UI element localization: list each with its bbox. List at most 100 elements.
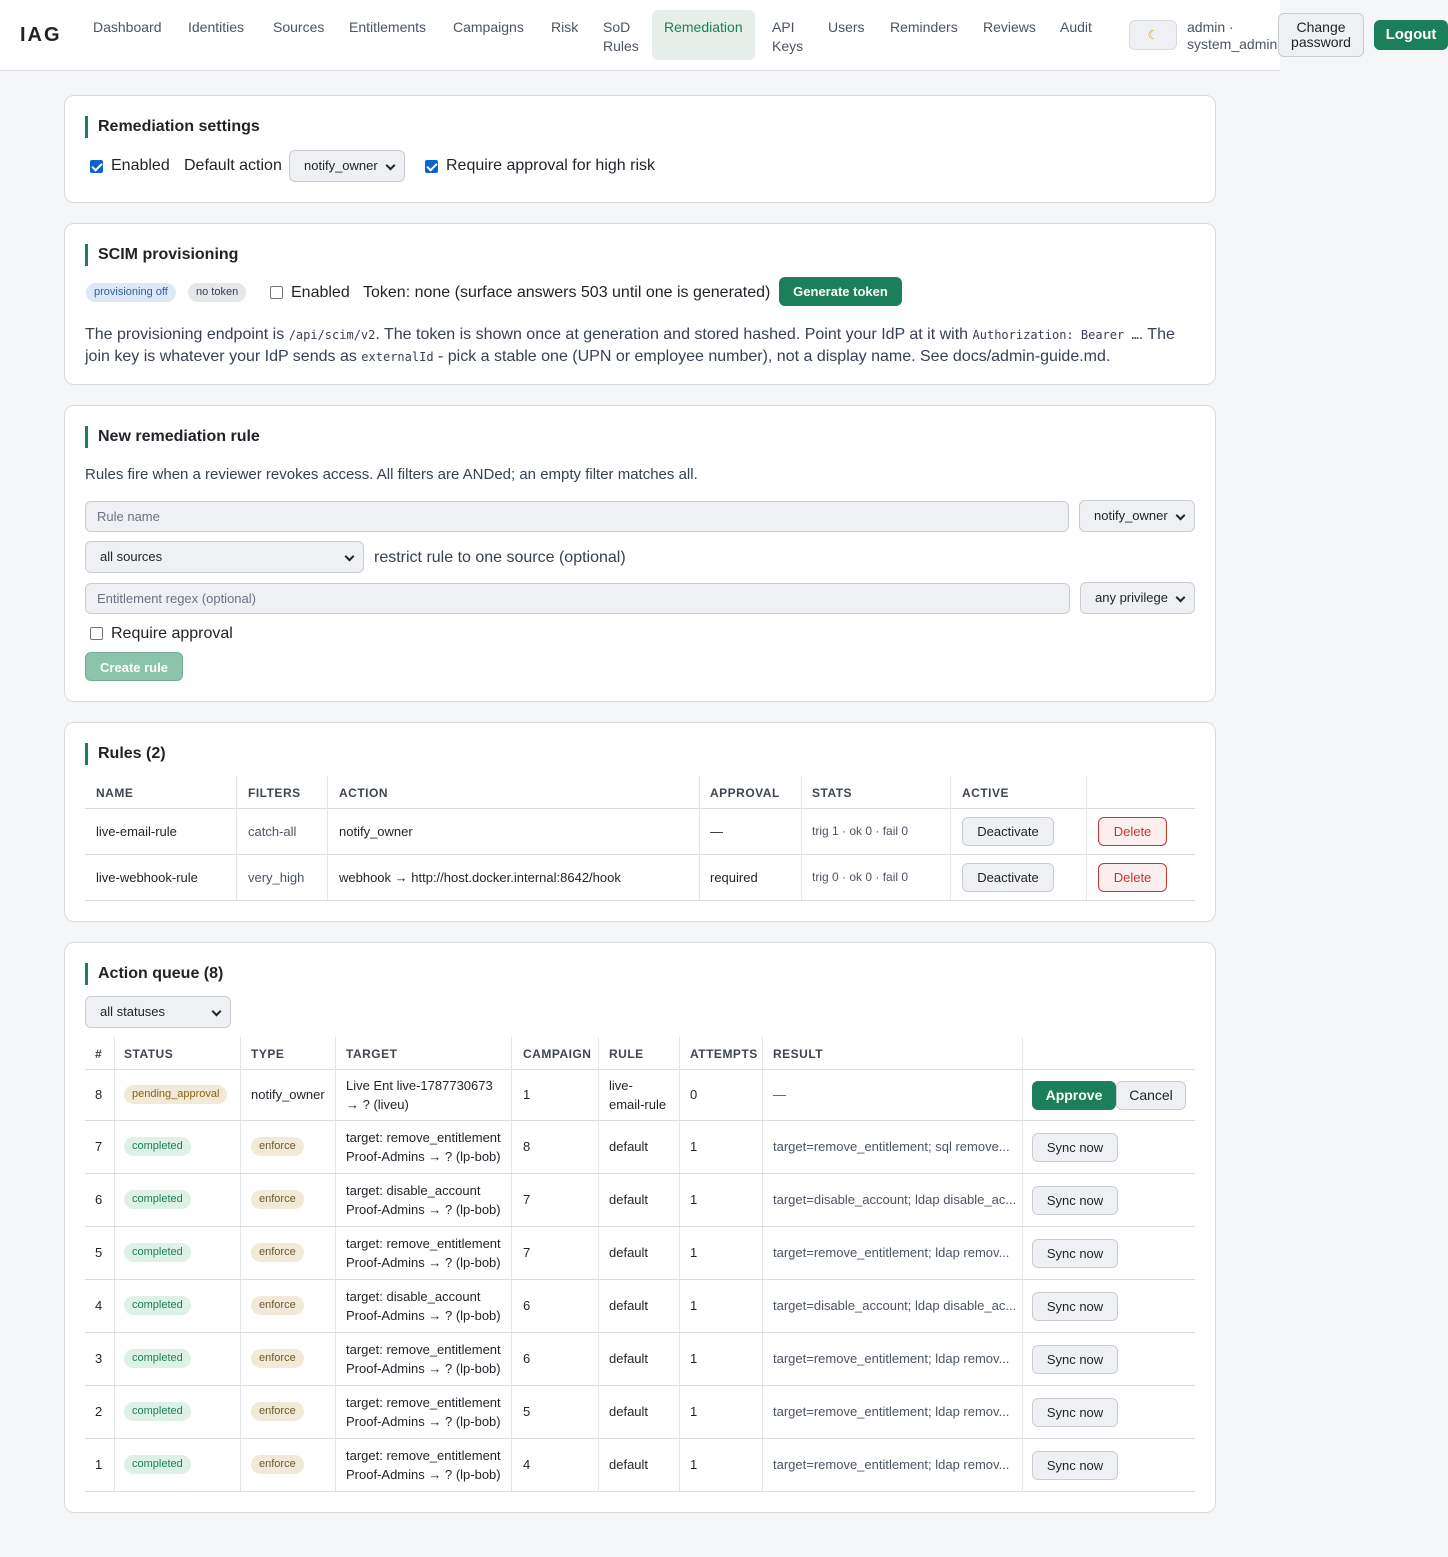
top-navbar: IAG Dashboard Identities Sources Entitle… [0,0,1280,71]
new-remediation-rule-card: New remediation rule Rules fire when a r… [64,405,1216,702]
sync-now-button[interactable]: Sync now [1032,1132,1118,1162]
nav-sources[interactable]: Sources [261,10,336,45]
nav-identities[interactable]: Identities [176,10,256,45]
status-badge: completed [124,1242,191,1262]
status-filter-select[interactable]: all statuses [85,996,231,1028]
result-text: target=disable_account; ldap disable_ac.… [773,1191,1017,1207]
campaign-id: 4 [523,1456,531,1472]
column-divider [236,776,237,900]
endpoint-code: /api/scim/v2 [288,328,376,342]
create-rule-button[interactable]: Create rule [85,652,183,681]
logout-button[interactable]: Logout [1374,20,1448,50]
rule-name-input[interactable]: Rule name [85,501,1069,532]
column-divider [679,1037,680,1491]
theme-toggle-button[interactable]: ☾ [1129,20,1177,50]
privilege-select[interactable]: any privilege [1080,582,1195,614]
rule-name: default [609,1191,649,1207]
rule-approval: — [710,824,723,839]
desc-text: . The token is shown once at generation … [375,326,973,343]
target-line-2: Proof-Admins → ? (lp-bob) [346,1148,501,1164]
sync-now-button[interactable]: Sync now [1032,1291,1118,1321]
campaign-id: 6 [523,1297,531,1313]
nav-users[interactable]: Users [816,10,877,45]
card-title: New remediation rule [85,426,260,448]
target-line-1: target: remove_entitlement [346,1447,501,1463]
result-text: target=remove_entitlement; ldap remov... [773,1403,1010,1419]
column-divider [511,1037,512,1491]
column-divider [335,1037,336,1491]
rule-name: live-webhook-rule [96,870,198,885]
nav-api-keys[interactable]: API Keys [760,10,816,64]
privilege-value: any privilege [1095,590,1168,605]
generate-token-button[interactable]: Generate token [779,277,902,306]
divider [85,1226,1195,1227]
target-line-1: target: remove_entitlement [346,1341,501,1357]
row-id: 6 [95,1191,103,1207]
enabled-checkbox[interactable] [90,160,103,173]
nav-remediation[interactable]: Remediation [652,10,755,60]
column-header: FILTERS [248,786,301,800]
column-divider [762,1037,763,1491]
token-status-badge: no token [188,283,247,302]
sync-now-button[interactable]: Sync now [1032,1185,1118,1215]
rule-name: live-email-rule [96,824,177,839]
moon-icon: ☾ [1147,28,1159,42]
rule-action-select[interactable]: notify_owner [1079,500,1195,532]
cancel-button[interactable]: Cancel [1116,1080,1186,1110]
entitlement-regex-input[interactable]: Entitlement regex (optional) [85,583,1070,614]
divider [85,900,1195,901]
rule-stats: trig 1 · ok 0 · fail 0 [812,824,909,838]
sync-now-button[interactable]: Sync now [1032,1238,1118,1268]
column-divider [1086,776,1087,900]
attempts: 1 [690,1350,698,1366]
rule-name: default [609,1456,649,1472]
attempts: 1 [690,1297,698,1313]
nav-sod-rules[interactable]: SoD Rules [591,10,647,64]
rule-name: default [609,1138,649,1154]
approve-button[interactable]: Approve [1032,1080,1116,1110]
rule-filters: catch-all [248,824,297,839]
user-role: system_admin [1187,36,1278,52]
user-name: admin · [1187,19,1234,35]
require-approval-high-risk-checkbox[interactable] [425,160,438,173]
nav-dashboard[interactable]: Dashboard [81,10,174,45]
scim-description: The provisioning endpoint is /api/scim/v… [85,324,1197,368]
source-select[interactable]: all sources [85,541,364,573]
nav-risk[interactable]: Risk [539,10,590,45]
external-id-code: externalId [361,350,434,364]
delete-button[interactable]: Delete [1098,817,1167,846]
sync-now-button[interactable]: Sync now [1032,1450,1118,1480]
result-text: target=remove_entitlement; ldap remov... [773,1456,1010,1472]
target-line-1: target: disable_account [346,1288,481,1304]
column-header: STATUS [124,1047,174,1061]
divider [85,1332,1195,1333]
campaign-id: 1 [523,1086,531,1102]
nav-audit[interactable]: Audit [1048,10,1104,45]
nav-reminders[interactable]: Reminders [878,10,970,45]
attempts: 1 [690,1138,698,1154]
deactivate-button[interactable]: Deactivate [962,863,1054,892]
change-password-button[interactable]: Change password [1278,13,1364,57]
deactivate-button[interactable]: Deactivate [962,817,1054,846]
nav-campaigns[interactable]: Campaigns [441,10,536,45]
target-line-2: Proof-Admins → ? (lp-bob) [346,1360,501,1376]
delete-button[interactable]: Delete [1098,863,1167,892]
column-header: ACTIVE [962,786,1010,800]
scim-enabled-checkbox[interactable] [270,286,283,299]
sync-now-button[interactable]: Sync now [1032,1397,1118,1427]
type-badge: enforce [251,1295,304,1315]
sync-now-button[interactable]: Sync now [1032,1344,1118,1374]
rule-name: default [609,1244,649,1260]
scim-enabled-label: Enabled [291,284,350,301]
type-badge: enforce [251,1401,304,1421]
status-filter-value: all statuses [100,1004,166,1019]
rule-require-approval-checkbox[interactable] [90,627,103,640]
source-hint: restrict rule to one source (optional) [374,549,626,566]
divider [85,808,1195,809]
default-action-select[interactable]: notify_owner [289,150,405,182]
column-header: RULE [609,1047,644,1061]
nav-reviews[interactable]: Reviews [971,10,1048,45]
column-header: TYPE [251,1047,285,1061]
nav-entitlements[interactable]: Entitlements [337,10,438,45]
target-line-1: Live Ent live-1787730673 [346,1077,493,1093]
